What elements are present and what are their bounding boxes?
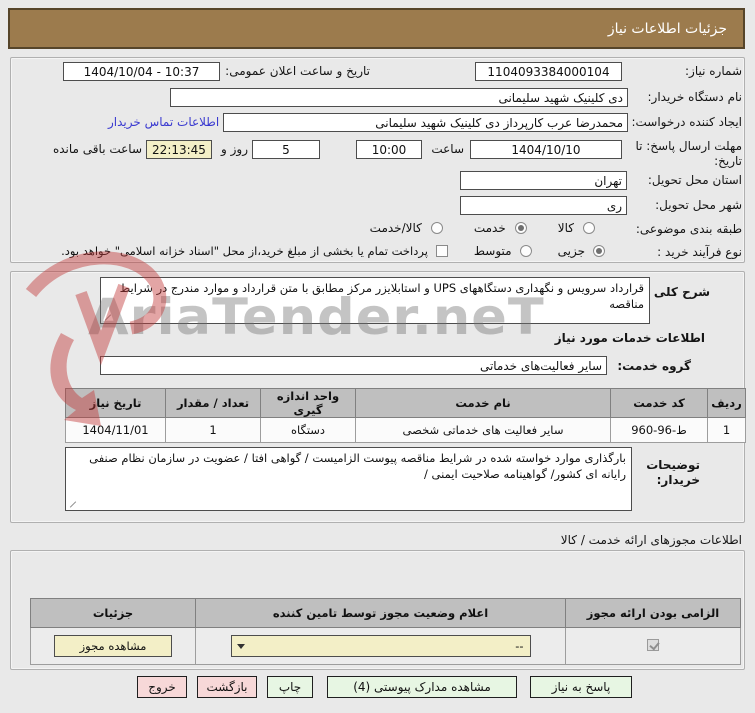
license-status-cell: -- — [195, 627, 566, 665]
license-details-cell: مشاهده مجوز — [30, 627, 196, 665]
print-button[interactable]: چاپ — [267, 676, 313, 698]
province-field[interactable]: تهران — [460, 171, 627, 190]
cell-unit: دستگاه — [260, 417, 356, 443]
radio-service[interactable] — [514, 222, 527, 234]
cell-service-name: سایر فعالیت های خدماتی شخصی — [355, 417, 611, 443]
licenses-table-header-row: الزامی بودن ارائه مجوز اعلام وضعیت مجوز … — [30, 598, 741, 628]
check-icon — [649, 639, 660, 650]
col-license-details: جزئیات — [30, 598, 196, 628]
buyer-org-field[interactable]: دی کلینیک شهید سلیمانی — [170, 88, 628, 107]
service-group-label: گروه خدمت: — [617, 359, 691, 373]
deadline-time-field[interactable]: 10:00 — [356, 140, 422, 159]
process-type-options: جزیی متوسط پرداخت تمام یا بخشی از مبلغ خ… — [61, 244, 605, 258]
radio-medium-label: متوسط — [473, 244, 512, 258]
remaining-label: ساعت باقی مانده — [52, 142, 142, 156]
col-service-name: نام خدمت — [355, 388, 611, 418]
cell-need-date: 1404/11/01 — [65, 417, 166, 443]
buyer-notes-textarea[interactable]: بارگذاری موارد خواسته شده در شرایط مناقص… — [65, 447, 632, 511]
classification-options: کالا خدمت کالا/خدمت — [370, 221, 595, 235]
service-group-field[interactable]: سایر فعالیت‌های خدماتی — [100, 356, 607, 375]
remaining-time-field: 22:13:45 — [146, 140, 212, 159]
services-section-header: اطلاعات خدمات مورد نیاز — [554, 331, 705, 345]
services-table-header-row: ردیف کد خدمت نام خدمت واحد اندازه گیری ت… — [65, 388, 746, 418]
col-license-mandatory: الزامی بودن ارائه مجوز — [565, 598, 741, 628]
licenses-table: الزامی بودن ارائه مجوز اعلام وضعیت مجوز … — [30, 598, 741, 665]
announce-datetime-field[interactable]: 1404/10/04 - 10:37 — [63, 62, 220, 81]
need-description-textarea[interactable]: قرارداد سرویس و نگهداری دستگاههای UPS و … — [100, 277, 650, 324]
deadline-date-field[interactable]: 1404/10/10 — [470, 140, 622, 159]
view-license-button[interactable]: مشاهده مجوز — [54, 635, 172, 657]
col-unit: واحد اندازه گیری — [260, 388, 356, 418]
buyer-notes-label: توضیحات خریدار: — [646, 458, 700, 487]
col-row-number: ردیف — [707, 388, 746, 418]
chevron-down-icon — [236, 644, 245, 649]
need-number-label: شماره نیاز: — [685, 64, 742, 78]
radio-goods-service-label: کالا/خدمت — [369, 221, 422, 235]
radio-medium[interactable] — [519, 245, 532, 257]
creator-label: ایجاد کننده درخواست: — [631, 115, 742, 129]
col-quantity: تعداد / مقدار — [165, 388, 261, 418]
treasury-checkbox[interactable] — [435, 245, 448, 257]
classification-label: طبقه بندی موضوعی: — [635, 222, 742, 236]
radio-partial[interactable] — [593, 245, 605, 257]
col-service-code: کد خدمت — [610, 388, 708, 418]
page-title: جزئیات اطلاعات نیاز — [607, 20, 727, 37]
license-mandatory-cell — [565, 627, 741, 665]
need-details-page: جزئیات اطلاعات نیاز شماره نیاز: 11040933… — [0, 0, 755, 713]
respond-to-need-button[interactable]: پاسخ به نیاز — [530, 676, 632, 698]
table-row: 1 ط-96-960 سایر فعالیت های خدماتی شخصی د… — [65, 417, 746, 443]
license-row: -- مشاهده مجوز — [30, 627, 741, 665]
view-attachments-button[interactable]: مشاهده مدارک پیوستی (4) — [327, 676, 517, 698]
dropdown-selected-value: -- — [515, 639, 524, 653]
radio-goods-label: کالا — [557, 221, 574, 235]
buyer-contact-link[interactable]: اطلاعات تماس خریدار — [108, 115, 219, 129]
col-need-date: تاریخ نیاز — [65, 388, 166, 418]
buyer-org-label: نام دستگاه خریدار: — [647, 90, 743, 104]
back-button[interactable]: بازگشت — [197, 676, 257, 698]
process-type-label: نوع فرآیند خرید : — [657, 245, 742, 259]
deadline-hour-label: ساعت — [431, 142, 464, 156]
province-label: استان محل تحویل: — [647, 173, 742, 187]
deadline-label: مهلت ارسال پاسخ: تا تاریخ: — [635, 139, 742, 168]
licenses-section-header: اطلاعات مجوزهای ارائه خدمت / کالا — [560, 533, 742, 547]
remaining-days-field[interactable]: 5 — [252, 140, 320, 159]
services-table: ردیف کد خدمت نام خدمت واحد اندازه گیری ت… — [65, 388, 746, 443]
exit-button[interactable]: خروج — [137, 676, 187, 698]
radio-partial-label: جزیی — [557, 244, 585, 258]
need-number-field[interactable]: 1104093384000104 — [475, 62, 622, 81]
city-field[interactable]: ری — [460, 196, 627, 215]
cell-quantity: 1 — [165, 417, 261, 443]
license-mandatory-checkbox — [647, 638, 660, 651]
radio-goods-service[interactable] — [430, 222, 443, 234]
city-label: شهر محل تحویل: — [655, 198, 742, 212]
creator-field[interactable]: محمدرضا عرب کارپرداز دی کلینیک شهید سلیم… — [223, 113, 628, 132]
license-status-dropdown[interactable]: -- — [230, 635, 531, 657]
radio-goods[interactable] — [583, 222, 595, 234]
page-title-bar: جزئیات اطلاعات نیاز — [8, 8, 745, 49]
cell-row-number: 1 — [707, 417, 746, 443]
announce-datetime-label: تاریخ و ساعت اعلان عمومی: — [225, 64, 370, 78]
col-license-status: اعلام وضعیت مجوز توسط تامین کننده — [195, 598, 566, 628]
radio-service-label: خدمت — [473, 221, 506, 235]
treasury-checkbox-label: پرداخت تمام یا بخشی از مبلغ خرید،از محل … — [61, 244, 428, 258]
days-label: روز و — [221, 142, 248, 156]
cell-service-code: ط-96-960 — [610, 417, 708, 443]
